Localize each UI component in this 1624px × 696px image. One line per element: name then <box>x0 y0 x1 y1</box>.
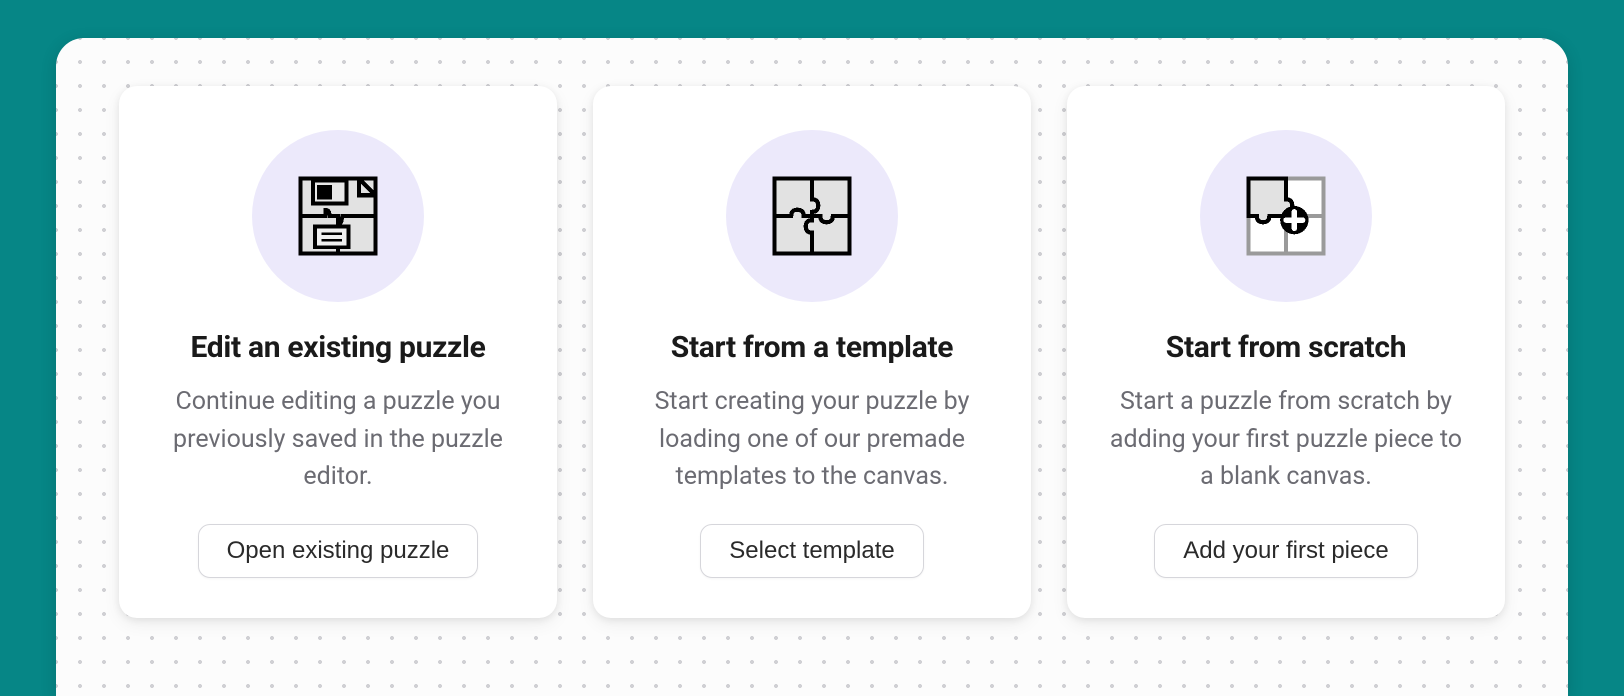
card-start-template: Start from a template Start creating you… <box>593 86 1031 618</box>
add-first-piece-button[interactable]: Add your first piece <box>1154 524 1417 578</box>
card-title: Edit an existing puzzle <box>190 330 485 365</box>
card-description: Start a puzzle from scratch by adding yo… <box>1101 383 1471 496</box>
puzzle-add-icon <box>1200 130 1372 302</box>
option-cards-row: Edit an existing puzzle Continue editing… <box>96 86 1528 618</box>
floppy-puzzle-icon <box>252 130 424 302</box>
select-template-button[interactable]: Select template <box>700 524 923 578</box>
card-description: Continue editing a puzzle you previously… <box>153 383 523 496</box>
card-start-scratch: Start from scratch Start a puzzle from s… <box>1067 86 1505 618</box>
open-existing-button[interactable]: Open existing puzzle <box>198 524 479 578</box>
card-title: Start from scratch <box>1166 330 1406 365</box>
start-panel: Edit an existing puzzle Continue editing… <box>56 38 1568 696</box>
card-title: Start from a template <box>671 330 953 365</box>
puzzle-template-icon <box>726 130 898 302</box>
card-description: Start creating your puzzle by loading on… <box>627 383 997 496</box>
card-edit-existing: Edit an existing puzzle Continue editing… <box>119 86 557 618</box>
